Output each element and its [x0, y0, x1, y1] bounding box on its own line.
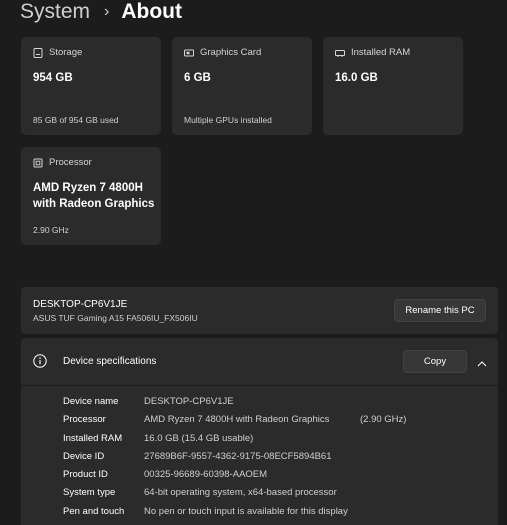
storage-tile[interactable]: Storage 954 GB 85 GB of 954 GB used	[21, 37, 161, 135]
processor-tile-title: Processor	[49, 157, 92, 168]
graphics-card-tile-title: Graphics Card	[200, 47, 262, 58]
spec-label: Installed RAM	[63, 432, 123, 444]
storage-tile-value: 954 GB	[33, 72, 73, 84]
about-page: System › About Storage 954 GB 85 GB of 9…	[0, 0, 507, 525]
spec-label: Device name	[63, 396, 119, 407]
pc-name-card: DESKTOP-CP6V1JE ASUS TUF Gaming A15 FA50…	[21, 287, 498, 334]
storage-icon	[33, 47, 43, 58]
spec-value: 16.0 GB (15.4 GB usable)	[144, 432, 254, 444]
chevron-up-icon[interactable]	[476, 356, 488, 367]
processor-tile-value: AMD Ryzen 7 4800H with Radeon Graphics	[33, 180, 154, 212]
installed-ram-tile-value: 16.0 GB	[335, 72, 378, 84]
breadcrumb-separator-icon: ›	[104, 3, 110, 20]
graphics-card-tile-header: Graphics Card	[184, 47, 261, 58]
breadcrumb: System › About	[20, 0, 182, 27]
spec-value: 00325-96689-60398-AAOEM	[144, 469, 268, 481]
graphics-card-tile[interactable]: Graphics Card 6 GB Multiple GPUs install…	[172, 37, 312, 135]
spec-label: System type	[63, 487, 116, 499]
pc-name: DESKTOP-CP6V1JE	[33, 299, 128, 310]
device-specifications-header[interactable]: Device specifications Copy	[21, 338, 498, 385]
divider	[21, 385, 498, 386]
processor-tile[interactable]: Processor AMD Ryzen 7 4800H with Radeon …	[21, 147, 161, 245]
processor-tile-header: Processor	[33, 157, 92, 168]
installed-ram-tile-header: Installed RAM	[335, 47, 410, 58]
rename-pc-button[interactable]: Rename this PC	[394, 299, 486, 322]
processor-tile-value-line2: with Radeon Graphics	[33, 198, 155, 210]
copy-button[interactable]: Copy	[403, 350, 467, 373]
graphics-card-tile-value: 6 GB	[184, 72, 211, 84]
device-specifications-section: Device specifications Copy Device name D…	[21, 338, 498, 525]
storage-tile-subtext: 85 GB of 954 GB used	[33, 115, 119, 125]
storage-tile-header: Storage	[33, 47, 82, 58]
spec-label: Product ID	[63, 469, 108, 481]
spec-value: DESKTOP-CP6V1JE	[144, 396, 234, 407]
spec-value: AMD Ryzen 7 4800H with Radeon Graphics	[144, 414, 330, 426]
info-icon	[33, 354, 47, 368]
installed-ram-tile[interactable]: Installed RAM 16.0 GB	[323, 37, 463, 135]
spec-value: 64-bit operating system, x64-based proce…	[144, 487, 337, 499]
spec-value: 27689B6F-9557-4362-9175-08ECF5894B61	[144, 450, 332, 462]
ram-icon	[335, 48, 345, 58]
spec-label: Device ID	[63, 450, 105, 462]
processor-tile-subtext: 2.90 GHz	[33, 225, 69, 235]
spec-value: No pen or touch input is available for t…	[144, 505, 348, 517]
processor-icon	[33, 158, 43, 168]
breadcrumb-system-link[interactable]: System	[20, 0, 90, 26]
processor-tile-value-line1: AMD Ryzen 7 4800H	[33, 182, 143, 194]
spec-label: Processor	[63, 414, 106, 426]
spec-value-extra: (2.90 GHz)	[360, 414, 407, 426]
pc-model: ASUS TUF Gaming A15 FA506IU_FX506IU	[33, 313, 198, 323]
device-specifications-title: Device specifications	[63, 356, 157, 367]
graphics-card-tile-subtext: Multiple GPUs installed	[184, 115, 272, 125]
graphics-card-icon	[184, 48, 194, 58]
spec-label: Pen and touch	[63, 505, 125, 517]
page-title: About	[121, 0, 182, 23]
installed-ram-tile-title: Installed RAM	[351, 47, 411, 58]
storage-tile-title: Storage	[49, 47, 83, 58]
